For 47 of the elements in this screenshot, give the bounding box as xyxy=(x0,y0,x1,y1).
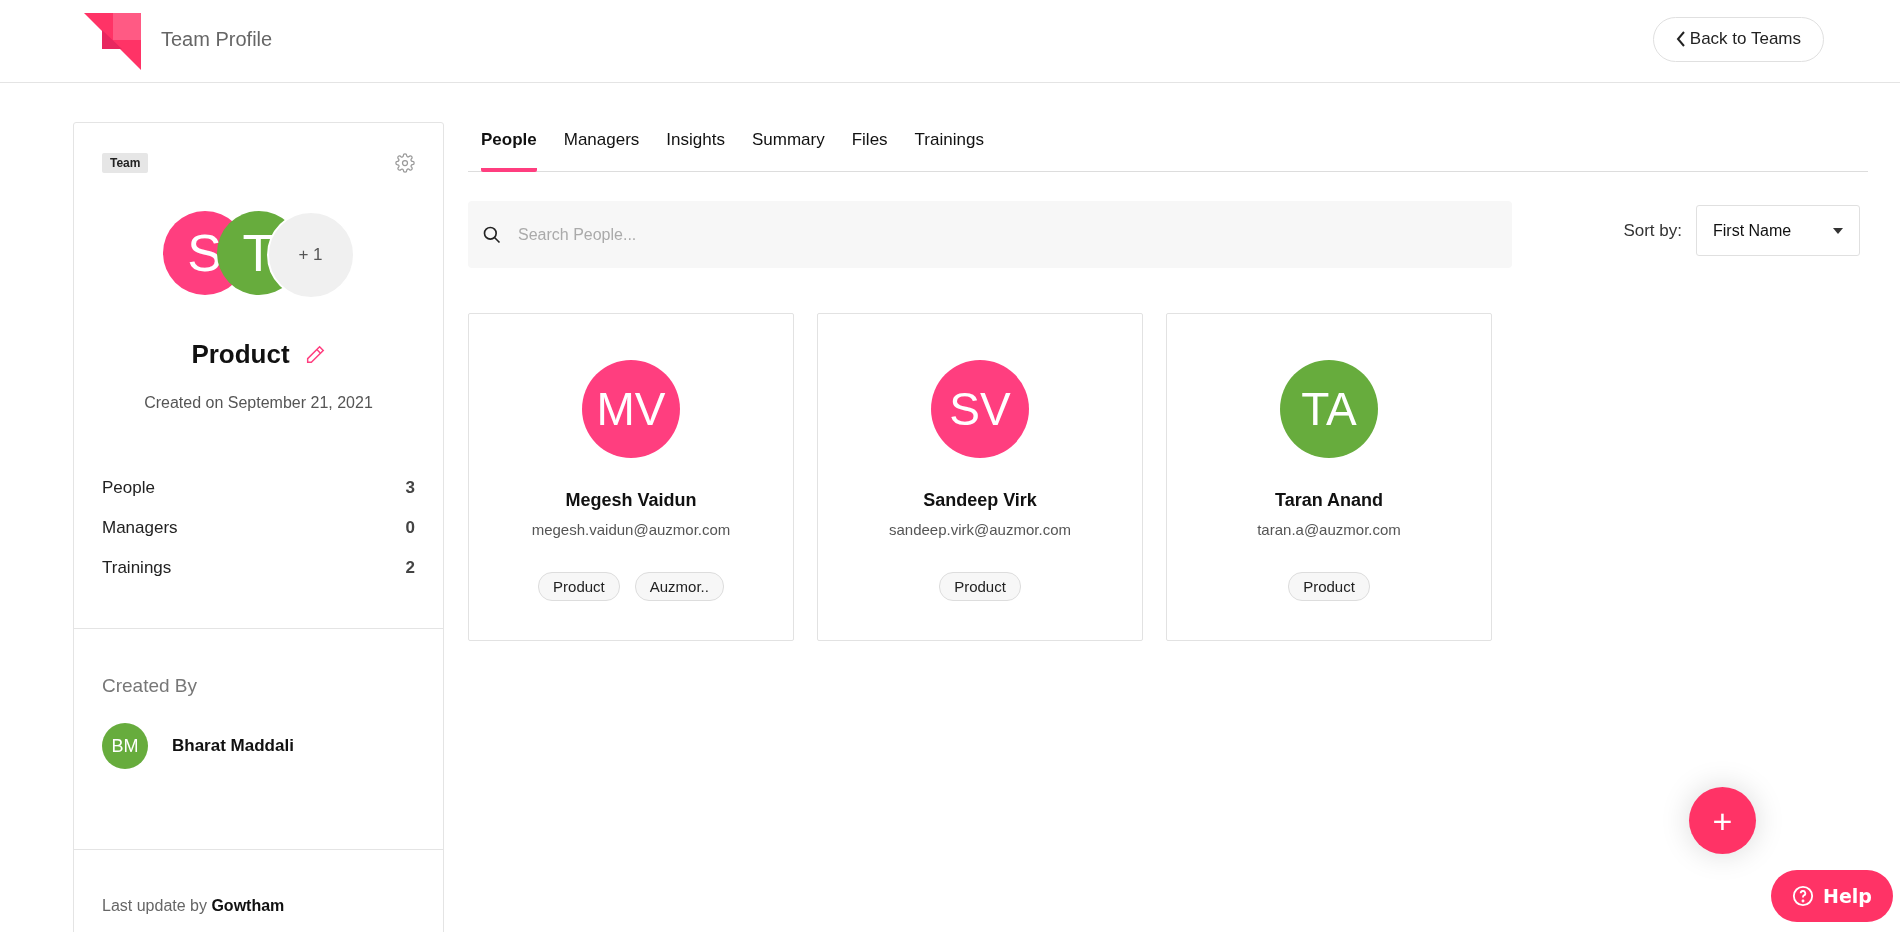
team-badge: Team xyxy=(102,153,149,173)
tab[interactable]: Trainings xyxy=(914,130,984,172)
created-date: Created on September 21, 2021 xyxy=(143,394,374,412)
stat-value: 2 xyxy=(405,558,415,578)
person-email: megesh.vaidun@auzmor.com xyxy=(531,521,731,538)
tab[interactable]: Managers xyxy=(563,130,640,172)
logo-icon xyxy=(84,12,141,70)
stat-value: 3 xyxy=(405,478,415,498)
person-card[interactable]: SV Sandeep Virk sandeep.virk@auzmor.com Product xyxy=(817,313,1143,641)
avatar: SV xyxy=(931,360,1029,458)
tab[interactable]: People xyxy=(481,130,537,172)
person-name: Megesh Vaidun xyxy=(565,490,697,511)
team-tag: Product xyxy=(538,572,620,601)
sort-select[interactable]: First Name xyxy=(1696,205,1860,256)
search-icon xyxy=(482,224,502,245)
creator-name: Bharat Maddali xyxy=(172,736,294,756)
back-button[interactable]: Back to Teams xyxy=(1652,16,1824,62)
team-tag: Product xyxy=(1288,572,1370,601)
sort-label: Sort by: xyxy=(1623,220,1682,241)
avatar: TA xyxy=(1280,360,1378,458)
avatar: BM xyxy=(102,723,148,769)
team-tag: Product xyxy=(939,572,1021,601)
tab[interactable]: Files xyxy=(851,130,888,172)
question-icon xyxy=(1792,885,1815,907)
chevron-left-icon xyxy=(1675,31,1686,47)
last-update: Last update by Gowtham xyxy=(102,897,286,915)
stat-label: People xyxy=(102,478,155,498)
stat-label: Managers xyxy=(102,518,178,538)
avatar: MV xyxy=(582,360,680,458)
section-title: Created By xyxy=(102,675,199,697)
tab[interactable]: Summary xyxy=(751,130,825,172)
team-tag: Auzmor.. xyxy=(634,572,724,601)
page-title: Team Profile xyxy=(161,27,273,51)
caret-icon xyxy=(1833,227,1843,234)
stat-label: Trainings xyxy=(102,558,172,578)
add-button[interactable]: + xyxy=(1689,787,1756,854)
tab[interactable]: Insights xyxy=(666,130,725,172)
stat-value: 0 xyxy=(405,518,415,538)
person-name: Taran Anand xyxy=(1275,490,1383,511)
person-name: Sandeep Virk xyxy=(923,490,1037,511)
person-card[interactable]: MV Megesh Vaidun megesh.vaidun@auzmor.com Product Auzmor.. xyxy=(468,313,794,641)
person-email: sandeep.virk@auzmor.com xyxy=(889,521,1071,538)
settings-icon[interactable] xyxy=(395,153,415,173)
team-name: Product xyxy=(191,339,290,370)
person-card[interactable]: TA Taran Anand taran.a@auzmor.com Product xyxy=(1166,313,1492,641)
help-button[interactable]: Help xyxy=(1771,870,1893,922)
person-email: taran.a@auzmor.com xyxy=(1257,521,1401,538)
